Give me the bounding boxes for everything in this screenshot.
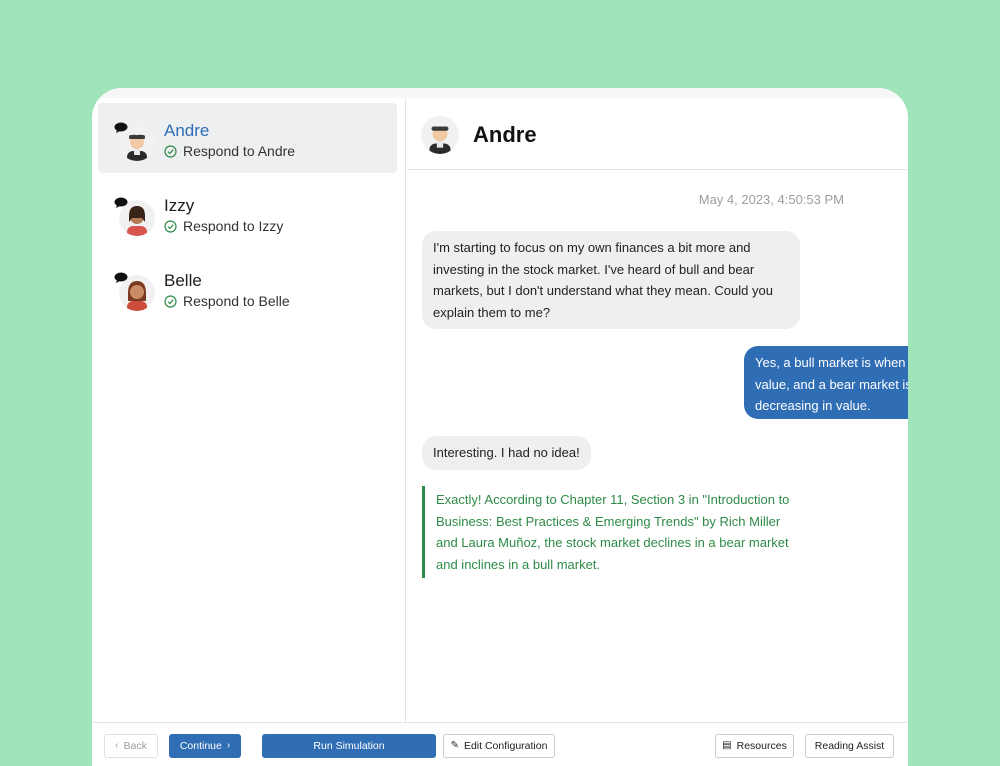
- check-circle-icon: [164, 219, 177, 233]
- window-top-bar: [92, 88, 908, 98]
- reading-assist-button[interactable]: Reading Assist: [805, 734, 894, 758]
- speech-bubble-icon: [114, 270, 128, 283]
- continue-button[interactable]: Continue ›: [169, 734, 241, 758]
- speech-bubble-icon: [114, 120, 128, 133]
- belle-avatar-wrap: [114, 270, 156, 311]
- run-simulation-button[interactable]: Run Simulation: [262, 734, 436, 758]
- footer-toolbar: ‹ Back Continue › Run Simulation ✎ Edit …: [92, 722, 908, 766]
- check-circle-icon: [164, 144, 177, 158]
- contact-status-text: Respond to Belle: [183, 293, 290, 309]
- outgoing-message-line: Yes, a bull market is when: [755, 355, 906, 370]
- contact-name: Izzy: [164, 196, 195, 215]
- contact-status: Respond to Izzy: [164, 218, 283, 234]
- back-button-label: Back: [123, 740, 147, 752]
- reading-assist-label: Reading Assist: [814, 740, 885, 752]
- contact-sidebar: Andre Respond to Andre Izzy Respond to I…: [92, 98, 406, 722]
- andre-avatar: [421, 116, 459, 154]
- app-window: Andre Respond to Andre Izzy Respond to I…: [92, 88, 908, 766]
- chat-body: May 4, 2023, 4:50:53 PM I'm starting to …: [407, 170, 908, 722]
- contact-belle[interactable]: Belle Respond to Belle: [98, 253, 397, 323]
- contact-andre[interactable]: Andre Respond to Andre: [98, 103, 397, 173]
- citation-note: Exactly! According to Chapter 11, Sectio…: [422, 486, 797, 578]
- resources-label: Resources: [736, 740, 787, 752]
- chat-title: Andre: [473, 122, 537, 147]
- check-circle-icon: [164, 294, 177, 308]
- chevron-right-icon: ›: [226, 740, 231, 751]
- contact-name: Belle: [164, 271, 202, 290]
- contact-status: Respond to Andre: [164, 143, 295, 159]
- andre-avatar-wrap: [114, 120, 156, 161]
- izzy-avatar-wrap: [114, 195, 156, 236]
- outgoing-message-line: decreasing in value.: [755, 398, 871, 413]
- contact-izzy[interactable]: Izzy Respond to Izzy: [98, 178, 397, 248]
- incoming-message: Interesting. I had no idea!: [422, 436, 591, 470]
- chevron-left-icon: ‹: [115, 740, 119, 751]
- outgoing-message: Yes, a bull market is when value, and a …: [744, 346, 908, 419]
- continue-button-label: Continue: [179, 740, 222, 752]
- edit-configuration-label: Edit Configuration: [463, 740, 548, 752]
- contact-status-text: Respond to Andre: [183, 143, 296, 159]
- edit-configuration-button[interactable]: ✎ Edit Configuration: [443, 734, 555, 758]
- resources-button[interactable]: ▤ Resources: [715, 734, 794, 758]
- contact-status-text: Respond to Izzy: [183, 218, 284, 234]
- run-simulation-label: Run Simulation: [313, 740, 385, 752]
- contact-name: Andre: [164, 121, 210, 140]
- speech-bubble-icon: [114, 195, 128, 208]
- book-icon: ▤: [722, 740, 732, 751]
- message-timestamp: May 4, 2023, 4:50:53 PM: [698, 192, 844, 207]
- contact-status: Respond to Belle: [164, 293, 290, 309]
- outgoing-message-line: value, and a bear market is: [755, 376, 908, 392]
- chat-header: Andre: [407, 98, 908, 170]
- incoming-message: I'm starting to focus on my own finances…: [422, 231, 800, 329]
- pencil-icon: ✎: [450, 740, 459, 751]
- back-button[interactable]: ‹ Back: [104, 734, 158, 758]
